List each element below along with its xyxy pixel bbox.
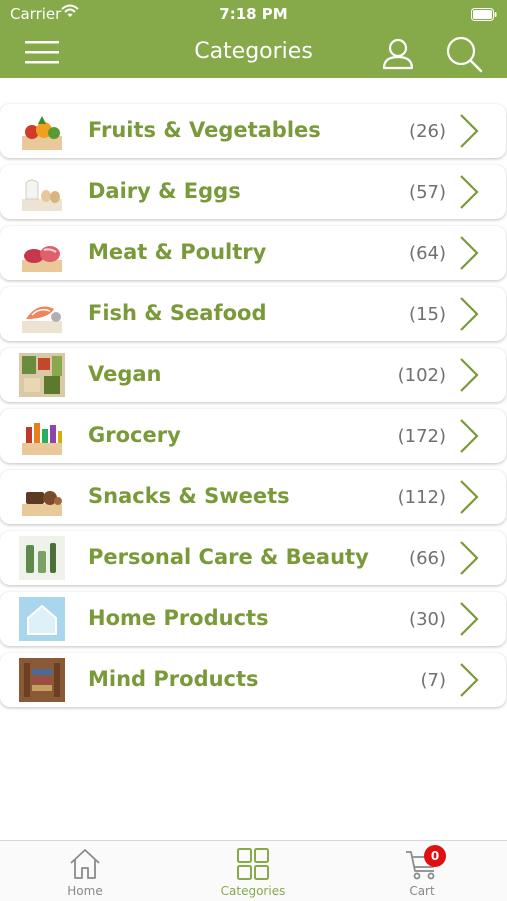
cart-count-badge: 0 [424,845,446,867]
app-header: Carrier 7:18 PM Categories [0,0,507,78]
category-count: (64) [409,243,446,264]
chevron-right-icon [460,175,479,209]
fruits-vegetables-thumbnail [22,116,62,150]
category-label: Fish & Seafood [88,301,267,325]
battery-icon [471,7,497,25]
snacks-sweets-thumbnail [22,491,62,516]
tab-home[interactable]: Home [25,841,145,901]
category-label: Mind Products [88,667,259,691]
navigation-bar: Categories [0,28,507,78]
category-row-fruits-vegetables[interactable]: Fruits & Vegetables (26) [0,104,506,158]
chevron-right-icon [460,297,479,331]
category-label: Grocery [88,423,181,447]
category-count: (172) [397,426,446,447]
chevron-right-icon [460,480,479,514]
meat-poultry-thumbnail [22,246,62,272]
category-row-mind-products[interactable]: Mind Products (7) [0,653,506,707]
category-label: Snacks & Sweets [88,484,290,508]
chevron-right-icon [460,419,479,453]
vegan-thumbnail [19,353,65,397]
category-label: Personal Care & Beauty [88,545,369,569]
category-row-personal-care-beauty[interactable]: Personal Care & Beauty (66) [0,531,506,585]
search-icon [446,36,483,73]
category-row-dairy-eggs[interactable]: Dairy & Eggs (57) [0,165,506,219]
tab-home-label: Home [67,884,103,898]
chevron-right-icon [460,541,479,575]
chevron-right-icon [460,236,479,270]
category-row-fish-seafood[interactable]: Fish & Seafood (15) [0,287,506,341]
personal-care-beauty-thumbnail [19,536,65,580]
grocery-thumbnail [22,423,62,455]
status-bar: Carrier 7:18 PM [0,0,507,28]
account-button[interactable] [378,34,418,74]
category-label: Fruits & Vegetables [88,118,321,142]
tab-categories-label: Categories [220,884,286,898]
category-count: (7) [420,670,447,691]
page-title: Categories [194,39,313,64]
category-count: (66) [409,548,446,569]
category-count: (26) [409,121,446,142]
category-count: (15) [409,304,446,325]
home-products-thumbnail [19,597,65,641]
search-button[interactable] [444,34,484,74]
mind-products-thumbnail [19,658,65,702]
category-label: Home Products [88,606,269,630]
category-label: Meat & Poultry [88,240,267,264]
grid-icon [237,848,269,880]
chevron-right-icon [460,358,479,392]
category-row-home-products[interactable]: Home Products (30) [0,592,506,646]
fish-seafood-thumbnail [22,306,62,333]
dairy-eggs-thumbnail [22,179,62,211]
tab-cart[interactable]: 0 Cart [362,841,482,901]
tab-cart-label: Cart [409,884,435,898]
home-icon [70,849,100,879]
chevron-right-icon [460,602,479,636]
status-time: 7:18 PM [219,5,288,23]
tab-categories[interactable]: Categories [193,841,313,901]
category-label: Vegan [88,362,162,386]
chevron-right-icon [460,114,479,148]
chevron-right-icon [460,663,479,697]
category-count: (30) [409,609,446,630]
category-row-grocery[interactable]: Grocery (172) [0,409,506,463]
category-row-vegan[interactable]: Vegan (102) [0,348,506,402]
tab-bar: Home Categories 0 Cart [0,840,507,901]
category-label: Dairy & Eggs [88,179,241,203]
category-count: (57) [409,182,446,203]
category-count: (102) [397,365,446,386]
user-icon [382,38,414,70]
category-row-meat-poultry[interactable]: Meat & Poultry (64) [0,226,506,280]
category-row-snacks-sweets[interactable]: Snacks & Sweets (112) [0,470,506,524]
category-count: (112) [397,487,446,508]
